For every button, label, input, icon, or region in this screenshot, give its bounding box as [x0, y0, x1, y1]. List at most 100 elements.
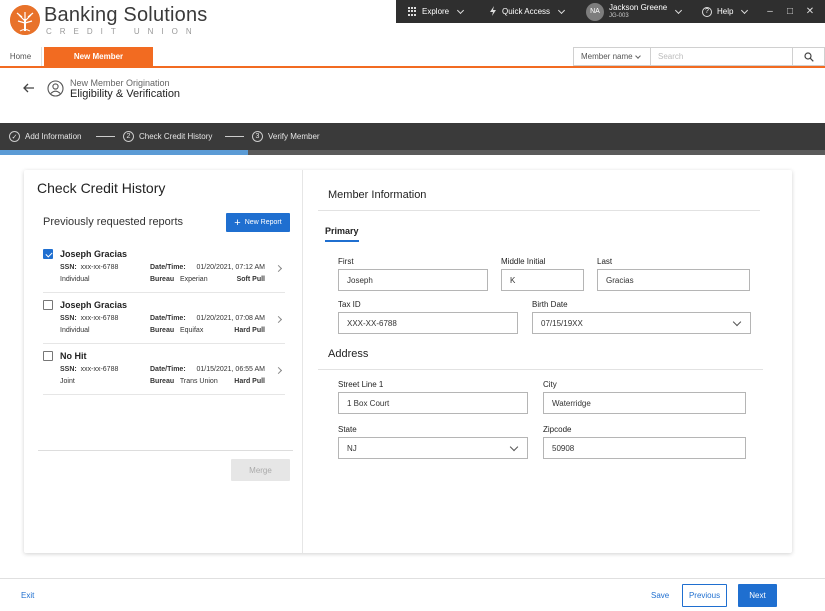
close-icon[interactable]: ✕: [801, 0, 819, 23]
progress-bar: [0, 150, 825, 155]
tab-new-member[interactable]: New Member: [44, 47, 153, 66]
city-label: City: [543, 380, 557, 389]
ssn-label: SSN:: [60, 366, 77, 373]
chevron-down-icon: [732, 317, 742, 327]
step-label: Check Credit History: [139, 132, 213, 141]
explore-menu[interactable]: Explore: [408, 0, 465, 23]
tab-home[interactable]: Home: [0, 47, 42, 66]
reports-subtitle: Previously requested reports: [43, 216, 184, 228]
state-label: State: [338, 425, 357, 434]
help-menu[interactable]: ? Help: [702, 0, 749, 23]
chevron-right-icon: [274, 264, 283, 273]
new-report-label: New Report: [244, 219, 282, 226]
tree-logo-icon: [10, 5, 40, 35]
address-title: Address: [328, 348, 369, 360]
bureau-label: Bureau: [150, 378, 175, 385]
search-scope-label: Member name: [581, 52, 633, 61]
report-pull-type: Hard Pull: [234, 327, 265, 334]
apps-grid-icon: [408, 7, 417, 16]
quick-access-menu[interactable]: Quick Access: [489, 0, 566, 23]
maximize-icon[interactable]: □: [781, 0, 799, 23]
chevron-down-icon: [741, 6, 749, 14]
report-name: Joseph Gracias: [60, 300, 128, 310]
progress-fill: [0, 150, 248, 155]
state-value: NJ: [347, 443, 357, 453]
dt-label: Date/Time:: [150, 264, 186, 271]
tax-id-field[interactable]: XXX-XX-6788: [338, 312, 518, 334]
birth-date-label: Birth Date: [532, 300, 568, 309]
chevron-down-icon: [557, 6, 566, 14]
back-arrow-icon[interactable]: [22, 81, 36, 95]
report-ssn: SSN: xxx-xx-6788: [60, 315, 118, 322]
middle-initial-field[interactable]: K: [501, 269, 584, 291]
save-link[interactable]: Save: [651, 591, 669, 600]
search-input[interactable]: [652, 48, 792, 65]
divider: [318, 210, 760, 211]
search-button[interactable]: [792, 48, 824, 65]
report-ssn: SSN: xxx-xx-6788: [60, 366, 118, 373]
user-menu[interactable]: NA Jackson Greene JG-003: [586, 0, 683, 23]
street-label: Street Line 1: [338, 380, 384, 389]
bureau-value: Equifax: [179, 327, 204, 334]
new-report-button[interactable]: + New Report: [226, 213, 290, 232]
report-item[interactable]: Joseph Gracias SSN: xxx-xx-6788 Individu…: [43, 242, 285, 293]
middle-initial-label: Middle Initial: [501, 257, 546, 266]
member-info-title: Member Information: [328, 189, 427, 201]
step-check-credit-history[interactable]: 2 Check Credit History: [123, 123, 212, 150]
divider: [318, 369, 763, 370]
breadcrumb: New Member Origination: [70, 78, 170, 88]
brand: Banking Solutions CREDIT UNION: [44, 4, 208, 36]
search-scope-select[interactable]: Member name: [574, 48, 651, 65]
next-button[interactable]: Next: [738, 584, 777, 607]
minimize-icon[interactable]: –: [761, 0, 779, 23]
report-checkbox[interactable]: [43, 300, 53, 310]
zipcode-field[interactable]: 50908: [543, 437, 746, 459]
report-ssn: SSN: xxx-xx-6788: [60, 264, 118, 271]
member-search: Member name: [573, 47, 825, 66]
step-add-information[interactable]: ✓ Add Information: [9, 123, 81, 150]
step-separator: [225, 136, 244, 137]
bureau-value: Experian: [179, 276, 208, 283]
ssn-label: SSN:: [60, 315, 77, 322]
tab-underline: [0, 66, 825, 68]
step-number: 2: [123, 131, 134, 142]
report-bureau: Bureau Trans Union: [150, 378, 218, 385]
first-name-field[interactable]: Joseph: [338, 269, 488, 291]
step-label: Verify Member: [268, 132, 320, 141]
progress-stepper: ✓ Add Information 2 Check Credit History…: [0, 123, 825, 150]
tax-id-label: Tax ID: [338, 300, 361, 309]
birth-date-select[interactable]: 07/15/19XX: [532, 312, 751, 334]
merge-button[interactable]: Merge: [231, 459, 290, 481]
datetime-label: Date/Time:: [150, 315, 186, 322]
report-pull-type: Soft Pull: [236, 276, 265, 283]
first-name-label: First: [338, 257, 354, 266]
step-verify-member[interactable]: 3 Verify Member: [252, 123, 320, 150]
last-name-label: Last: [597, 257, 613, 266]
help-label: Help: [717, 7, 734, 16]
plus-icon: +: [234, 216, 241, 229]
city-field[interactable]: Waterridge: [543, 392, 746, 414]
tab-primary[interactable]: Primary: [325, 226, 359, 242]
report-type: Joint: [60, 378, 75, 385]
exit-link[interactable]: Exit: [21, 591, 34, 600]
page-title: Eligibility & Verification: [70, 88, 181, 100]
street-field[interactable]: 1 Box Court: [338, 392, 528, 414]
report-checkbox[interactable]: [43, 249, 53, 259]
section-title: Check Credit History: [37, 180, 166, 196]
report-checkbox[interactable]: [43, 351, 53, 361]
user-info: Jackson Greene JG-003: [609, 2, 668, 20]
last-name-field[interactable]: Gracias: [597, 269, 750, 291]
user-id: JG-003: [609, 12, 629, 19]
user-name: Jackson Greene: [609, 2, 668, 12]
report-item[interactable]: No Hit SSN: xxx-xx-6788 Joint Date/Time:…: [43, 344, 285, 395]
quick-access-label: Quick Access: [502, 7, 551, 16]
bureau-label: Bureau: [150, 276, 175, 283]
ssn-value: xxx-xx-6788: [80, 366, 119, 373]
previous-button[interactable]: Previous: [682, 584, 727, 607]
ssn-value: xxx-xx-6788: [80, 315, 119, 322]
bureau-label: Bureau: [150, 327, 175, 334]
report-bureau: Bureau Experian: [150, 276, 208, 283]
step-label: Add Information: [25, 132, 82, 141]
report-item[interactable]: Joseph Gracias SSN: xxx-xx-6788 Individu…: [43, 293, 285, 344]
state-select[interactable]: NJ: [338, 437, 528, 459]
